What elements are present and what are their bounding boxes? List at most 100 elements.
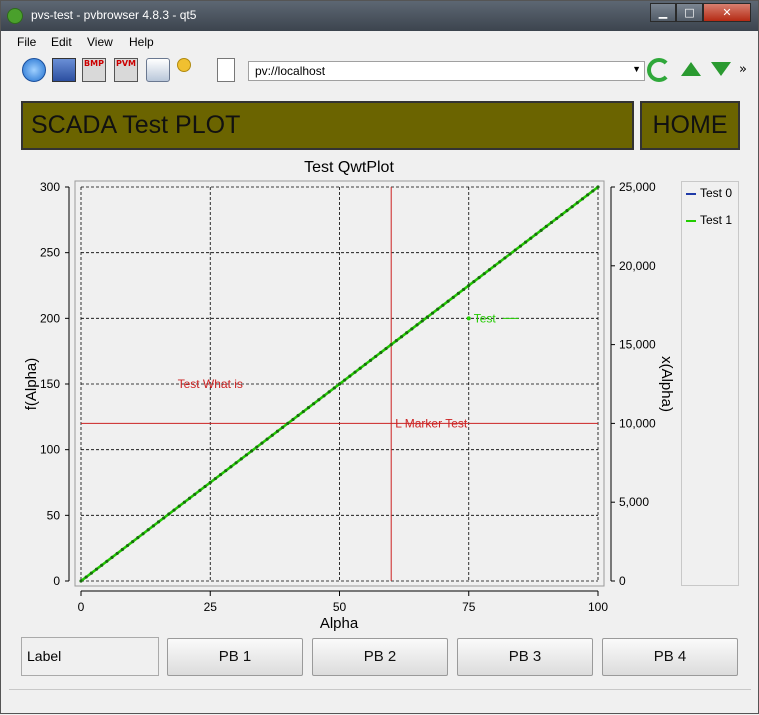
x-tick-label: 0 [78, 600, 85, 614]
series-point [420, 319, 424, 323]
series-point [513, 248, 517, 252]
series-point [218, 473, 223, 477]
series-point [312, 402, 316, 406]
plot-canvas: 05010015020025030005,00010,00015,00020,0… [23, 159, 675, 632]
series-point [482, 272, 486, 276]
series-point [146, 528, 150, 532]
series-point [224, 469, 228, 473]
series-point [120, 547, 124, 552]
y-tick-label: 250 [40, 246, 60, 260]
pb4-button[interactable]: PB 4 [602, 638, 738, 676]
point-marker-label: Test [474, 311, 497, 325]
series-point [348, 374, 352, 378]
series-point [322, 394, 326, 398]
series-point [296, 413, 300, 418]
series-point [244, 453, 249, 457]
series-point [524, 240, 528, 244]
series-point [555, 216, 559, 221]
plot-legend: Test 0 Test 1 [681, 181, 739, 586]
series-point [518, 244, 523, 248]
series-point [125, 543, 130, 548]
legend-label: Test 0 [700, 186, 733, 200]
series-point [586, 193, 590, 197]
series-point [446, 299, 450, 303]
series-point [451, 295, 455, 299]
series-point [239, 457, 243, 461]
series-point [560, 212, 564, 217]
y2-tick-label: 5,000 [619, 495, 649, 509]
series-point [399, 335, 404, 339]
series-point [534, 232, 538, 236]
y2-tick-label: 15,000 [619, 338, 656, 352]
y2-tick-label: 20,000 [619, 259, 656, 273]
y-tick-label: 50 [47, 508, 61, 522]
series-point [301, 409, 305, 414]
series-point [234, 461, 238, 465]
series-point [503, 256, 507, 260]
series-point [430, 311, 435, 315]
y2-tick-label: 10,000 [619, 416, 656, 430]
legend-swatch [686, 219, 696, 222]
series-point [286, 421, 290, 425]
series-point [575, 201, 579, 205]
series-point [368, 358, 373, 362]
series-point [151, 524, 155, 528]
series-point [410, 327, 414, 331]
series-point [281, 425, 285, 429]
pb1-button[interactable]: PB 1 [167, 638, 303, 676]
series-point [332, 386, 336, 390]
series-point [539, 228, 543, 232]
x-tick-label: 75 [462, 600, 476, 614]
series-point [363, 362, 367, 366]
series-point [384, 346, 388, 351]
series-point [317, 398, 321, 402]
series-point [379, 350, 383, 355]
series-point [131, 540, 135, 544]
pb3-button[interactable]: PB 3 [457, 638, 593, 676]
series-point [84, 575, 88, 579]
legend-item-test1[interactable]: Test 1 [686, 213, 732, 227]
series-point [136, 536, 140, 540]
series-point [187, 496, 192, 500]
status-label: Label [21, 637, 159, 676]
series-point [493, 264, 497, 268]
series-point [213, 476, 218, 481]
series-point [467, 283, 471, 288]
series-point [260, 441, 264, 445]
x-tick-label: 100 [588, 600, 608, 614]
series-point [105, 559, 109, 563]
series-point [596, 185, 600, 189]
y-tick-label: 100 [40, 443, 60, 457]
series-point [141, 532, 145, 536]
series-point [229, 465, 233, 469]
series-point [343, 378, 347, 382]
series-point [94, 567, 99, 571]
series-point [461, 287, 466, 292]
series-point [172, 508, 176, 512]
series-point [167, 512, 171, 516]
series-point [156, 520, 161, 524]
series-point [394, 339, 398, 343]
series-point [115, 551, 119, 556]
y-tick-label: 150 [40, 377, 60, 391]
status-bar [9, 689, 751, 708]
series-point [250, 449, 254, 453]
series-point [358, 366, 362, 370]
series-point [580, 197, 585, 201]
x-axis-label: Alpha [320, 615, 359, 632]
hline-marker-label: L Marker Test [395, 416, 468, 430]
y-axis-label: f(Alpha) [23, 358, 40, 411]
point-marker [466, 316, 471, 321]
series-point [472, 279, 476, 284]
series-point [208, 480, 212, 485]
series-point [570, 205, 574, 209]
series-point [89, 571, 93, 575]
legend-item-test0[interactable]: Test 0 [686, 186, 732, 200]
pb2-button[interactable]: PB 2 [312, 638, 448, 676]
series-point [389, 343, 393, 347]
y2-axis-label: x(Alpha) [658, 356, 675, 412]
series-point [549, 220, 554, 225]
series-point [177, 504, 181, 508]
series-point [477, 276, 481, 280]
series-point [529, 236, 533, 240]
